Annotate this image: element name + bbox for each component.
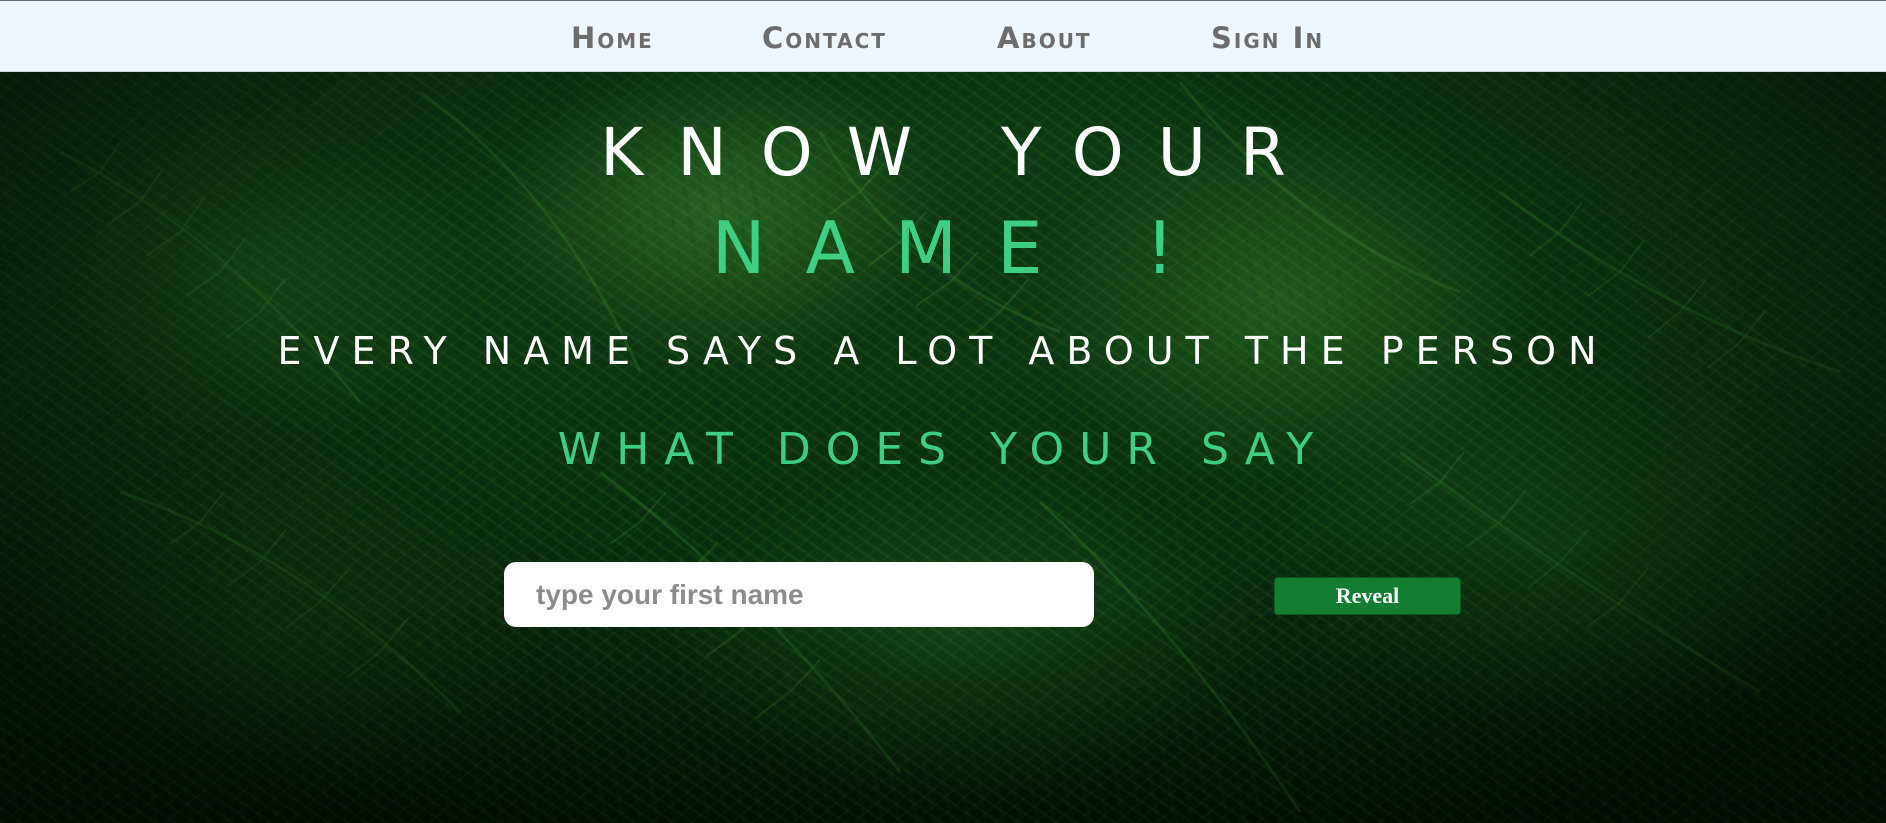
hero-title-line-2: NAME ! — [711, 206, 1215, 290]
nav-link-contact[interactable]: Contact — [762, 23, 887, 53]
hero-title-line-1: KNOW YOUR — [600, 114, 1320, 191]
nav-link-sign-in[interactable]: Sign In — [1211, 23, 1324, 53]
nav-link-about[interactable]: About — [997, 23, 1092, 53]
hero-tagline: EVERY NAME SAYS A LOT ABOUT THE PERSON — [277, 329, 1609, 373]
page: Home Contact About Sign In KNOW YOUR NAM… — [0, 0, 1886, 823]
nav-link-home[interactable]: Home — [571, 23, 654, 53]
first-name-input[interactable] — [504, 562, 1094, 627]
top-navigation-bar: Home Contact About Sign In — [0, 0, 1886, 72]
reveal-button[interactable]: Reveal — [1274, 577, 1461, 615]
hero-question: WHAT DOES YOUR SAY — [557, 424, 1329, 475]
